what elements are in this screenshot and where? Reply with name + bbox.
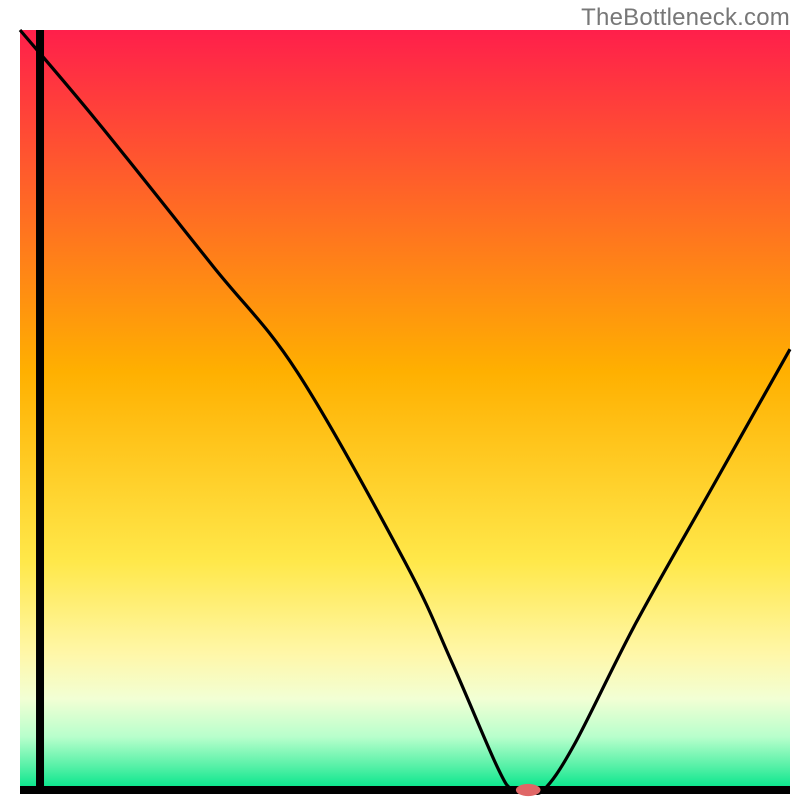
chart-svg (0, 0, 800, 800)
minimum-marker (516, 784, 541, 796)
chart-background (20, 30, 790, 790)
